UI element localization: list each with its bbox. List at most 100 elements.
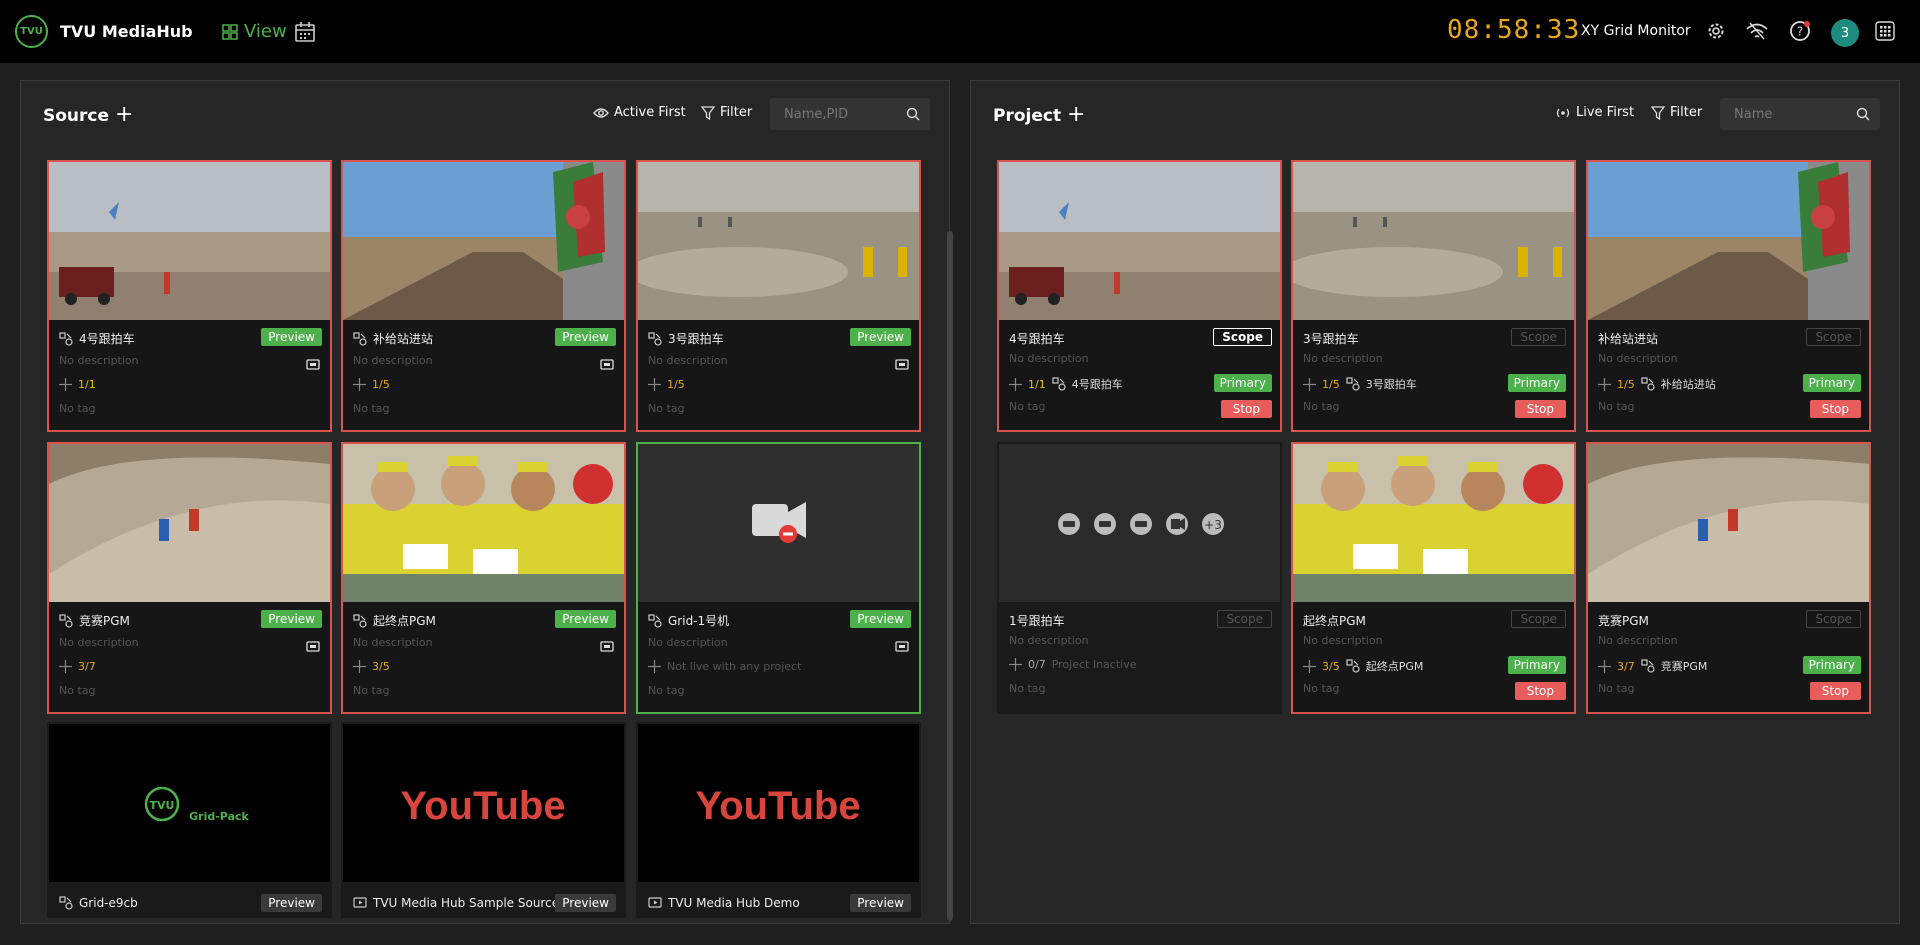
scope-button[interactable]: Scope (1213, 328, 1272, 346)
scope-button[interactable]: Scope (1806, 610, 1861, 628)
camera-small-icon[interactable] (306, 355, 320, 374)
scope-button[interactable]: Scope (1806, 328, 1861, 346)
search-icon[interactable] (1856, 107, 1870, 121)
source-thumbnail[interactable]: YouTube (638, 724, 919, 882)
source-card[interactable]: Grid-1号机 Preview No description Not live… (636, 442, 921, 714)
project-description: No description (1598, 352, 1678, 365)
link-icon (648, 660, 661, 673)
scope-button[interactable]: Scope (1217, 610, 1272, 628)
project-thumbnail[interactable] (1588, 162, 1869, 320)
add-project-button[interactable]: + (1067, 102, 1085, 127)
camera-small-icon (306, 359, 320, 370)
project-thumbnail[interactable] (1293, 444, 1574, 602)
help-icon[interactable]: ? (1789, 20, 1811, 42)
project-thumbnail[interactable] (1293, 162, 1574, 320)
preview-button[interactable]: Preview (850, 894, 911, 912)
preview-button[interactable]: Preview (261, 328, 322, 346)
link-icon (1598, 659, 1611, 673)
search-icon[interactable] (906, 107, 920, 121)
preview-button[interactable]: Preview (555, 328, 616, 346)
link-icon (1009, 377, 1022, 391)
source-type-icon (1346, 377, 1360, 391)
stop-button[interactable]: Stop (1514, 400, 1566, 418)
project-description: No description (1303, 352, 1383, 365)
preview-button[interactable]: Preview (261, 610, 322, 628)
source-card[interactable]: YouTube TVU Media Hub Demo Preview (636, 722, 921, 918)
source-thumbnail[interactable] (49, 444, 330, 602)
primary-button[interactable]: Primary (1507, 374, 1566, 392)
primary-button[interactable]: Primary (1213, 374, 1272, 392)
source-thumbnail[interactable] (638, 162, 919, 320)
project-card[interactable]: 起终点PGM Scope No description 3/5 起终点PGM No… (1291, 442, 1576, 714)
add-source-button[interactable]: + (115, 102, 133, 127)
source-thumbnail[interactable] (638, 444, 919, 602)
source-name-row: Grid-e9cb (59, 896, 138, 910)
source-thumbnail[interactable]: YouTube (343, 724, 624, 882)
scope-button[interactable]: Scope (1511, 610, 1566, 628)
source-card[interactable]: 竞赛PGM Preview No description 3/7 No tag (47, 442, 332, 714)
camera-small-icon[interactable] (895, 637, 909, 656)
source-thumbnail[interactable] (343, 444, 624, 602)
preview-button[interactable]: Preview (555, 610, 616, 628)
primary-button[interactable]: Primary (1507, 656, 1566, 674)
project-search-input[interactable]: Name (1720, 98, 1880, 130)
source-card[interactable]: 4号跟拍车 Preview No description 1/1 No tag (47, 160, 332, 432)
camera-small-icon[interactable] (600, 637, 614, 656)
view-button[interactable]: View (222, 21, 287, 42)
camera-small-icon[interactable] (895, 355, 909, 374)
source-thumbnail[interactable]: TVU Grid-Pack (49, 724, 330, 882)
source-card[interactable]: 3号跟拍车 Preview No description 1/5 No tag (636, 160, 921, 432)
camera-small-icon (895, 359, 909, 370)
gear-icon[interactable] (1706, 20, 1726, 42)
stop-button[interactable]: Stop (1220, 400, 1272, 418)
preview-button[interactable]: Preview (850, 328, 911, 346)
project-card[interactable]: 3号跟拍车 Scope No description 1/5 3号跟拍车 No t… (1291, 160, 1576, 432)
preview-button[interactable]: Preview (850, 610, 911, 628)
project-name: 起终点PGM (1303, 614, 1366, 628)
preview-button[interactable]: Preview (261, 894, 322, 912)
camera-small-icon[interactable] (306, 637, 320, 656)
stop-button[interactable]: Stop (1809, 682, 1861, 700)
source-card[interactable]: 起终点PGM Preview No description 3/5 No tag (341, 442, 626, 714)
source-filter-button[interactable]: Filter (701, 105, 752, 120)
calendar-icon[interactable] (294, 21, 316, 43)
active-first-toggle[interactable]: Active First (593, 105, 686, 120)
primary-button[interactable]: Primary (1802, 374, 1861, 392)
project-tag: No tag (1598, 682, 1635, 695)
project-filter-button[interactable]: Filter (1651, 105, 1702, 120)
source-name-row: TVU Media Hub Sample Source (353, 896, 559, 910)
preview-button[interactable]: Preview (555, 894, 616, 912)
stop-button[interactable]: Stop (1809, 400, 1861, 418)
monitor-name[interactable]: XY Grid Monitor (1581, 23, 1691, 39)
source-thumbnail[interactable] (343, 162, 624, 320)
source-card[interactable]: TVU Grid-Pack Grid-e9cb Preview (47, 722, 332, 918)
primary-button[interactable]: Primary (1802, 656, 1861, 674)
project-thumbnail[interactable] (1588, 444, 1869, 602)
project-card[interactable]: 竞赛PGM Scope No description 3/7 竞赛PGM No t… (1586, 442, 1871, 714)
source-search-input[interactable]: Name,PID (770, 98, 930, 130)
apps-grid-icon[interactable] (1874, 20, 1896, 42)
source-tag: No tag (648, 402, 685, 415)
project-card[interactable]: +3 1号跟拍车 Scope No description 0/7 Project… (997, 442, 1282, 714)
signal-icon[interactable] (1745, 20, 1769, 42)
scope-button[interactable]: Scope (1511, 328, 1566, 346)
project-card[interactable]: 4号跟拍车 Scope No description 1/1 4号跟拍车 No t… (997, 160, 1282, 432)
camera-small-icon[interactable] (600, 355, 614, 374)
source-description: No description (353, 636, 433, 649)
source-scrollbar[interactable] (947, 231, 953, 921)
user-avatar[interactable]: 3 (1831, 19, 1859, 47)
link-icon (1598, 377, 1611, 391)
source-card[interactable]: 补给站进站 Preview No description 1/5 No tag (341, 160, 626, 432)
link-icon (353, 378, 366, 391)
svg-text:TVU: TVU (150, 799, 175, 812)
project-thumbnail[interactable] (999, 162, 1280, 320)
source-type-icon (59, 331, 73, 346)
stop-button[interactable]: Stop (1514, 682, 1566, 700)
project-card[interactable]: 补给站进站 Scope No description 1/5 补给站进站 No t… (1586, 160, 1871, 432)
project-thumbnail[interactable]: +3 (999, 444, 1280, 602)
source-description: No description (648, 354, 728, 367)
live-first-toggle[interactable]: Live First (1555, 105, 1634, 120)
link-icon (648, 378, 661, 391)
source-thumbnail[interactable] (49, 162, 330, 320)
source-card[interactable]: YouTube TVU Media Hub Sample Source Prev… (341, 722, 626, 918)
